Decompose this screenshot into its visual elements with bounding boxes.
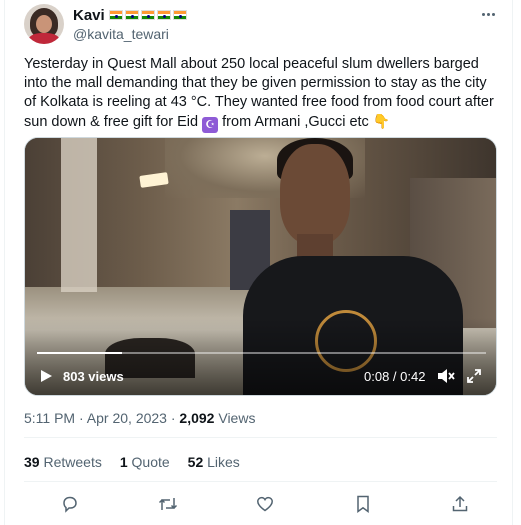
view-count: 2,092 bbox=[179, 410, 215, 426]
divider bbox=[24, 437, 497, 438]
video-player[interactable]: 803 views 0:08 / 0:42 bbox=[24, 137, 497, 396]
divider bbox=[24, 481, 497, 482]
tweet-text: Yesterday in Quest Mall about 250 local … bbox=[24, 55, 502, 133]
india-flag-icon bbox=[108, 10, 123, 20]
meta-separator: · bbox=[79, 410, 84, 426]
india-flag-icon bbox=[140, 10, 155, 20]
tweet-stats: 39 Retweets 1 Quote 52 Likes bbox=[24, 454, 240, 470]
retweets-count: 39 bbox=[24, 454, 40, 470]
retweet-icon bbox=[158, 498, 177, 510]
quotes-label: Quote bbox=[131, 454, 170, 470]
video-progress-fill bbox=[37, 352, 123, 354]
author-row: Kavi bbox=[73, 7, 187, 24]
tweet-meta: 5:11 PM · Apr 20, 2023 · 2,092 Views bbox=[24, 410, 255, 426]
bookmark-button[interactable] bbox=[353, 494, 373, 514]
expand-icon[interactable] bbox=[466, 368, 482, 384]
pointing-down-emoji: 👇 bbox=[372, 113, 391, 129]
reply-button[interactable] bbox=[60, 494, 80, 514]
india-flag-icon bbox=[156, 10, 171, 20]
star-and-crescent-emoji: ☪ bbox=[202, 117, 219, 133]
quotes-count: 1 bbox=[119, 454, 128, 470]
action-bar bbox=[60, 494, 470, 514]
retweets-label: Retweets bbox=[43, 454, 102, 470]
tweet-date[interactable]: Apr 20, 2023 bbox=[87, 410, 167, 426]
like-button[interactable] bbox=[255, 494, 275, 514]
views-label: Views bbox=[218, 410, 256, 426]
likes-count: 52 bbox=[187, 454, 204, 470]
retweet-button[interactable] bbox=[158, 494, 178, 514]
tweet-text-end: from Armani ,Gucci etc bbox=[218, 114, 373, 130]
like-icon bbox=[257, 496, 273, 512]
more-icon[interactable] bbox=[478, 6, 498, 22]
retweets-stat[interactable]: 39 Retweets bbox=[24, 454, 102, 470]
video-time: 0:08 / 0:42 bbox=[364, 369, 426, 384]
likes-label: Likes bbox=[207, 454, 240, 470]
india-flag-icon bbox=[124, 10, 139, 20]
reply-icon bbox=[63, 496, 77, 513]
likes-stat[interactable]: 52 Likes bbox=[188, 454, 240, 470]
play-icon[interactable] bbox=[39, 369, 53, 383]
tweet-card: Kavi @kavita_tewari Yesterday in Quest M… bbox=[4, 0, 513, 525]
india-flag-icons bbox=[108, 10, 187, 20]
bookmark-icon bbox=[356, 495, 369, 513]
avatar[interactable] bbox=[24, 4, 64, 44]
india-flag-icon bbox=[172, 10, 187, 20]
tweet-time[interactable]: 5:11 PM bbox=[24, 410, 75, 426]
share-icon bbox=[452, 495, 468, 512]
quotes-stat[interactable]: 1 Quote bbox=[120, 454, 170, 470]
meta-separator: · bbox=[170, 410, 176, 426]
share-button[interactable] bbox=[450, 494, 470, 514]
video-progress-bar[interactable] bbox=[37, 352, 486, 354]
author-name[interactable]: Kavi bbox=[73, 7, 105, 24]
volume-muted-icon[interactable] bbox=[437, 368, 455, 384]
video-views: 803 views bbox=[63, 369, 124, 384]
author-handle[interactable]: @kavita_tewari bbox=[73, 26, 169, 42]
